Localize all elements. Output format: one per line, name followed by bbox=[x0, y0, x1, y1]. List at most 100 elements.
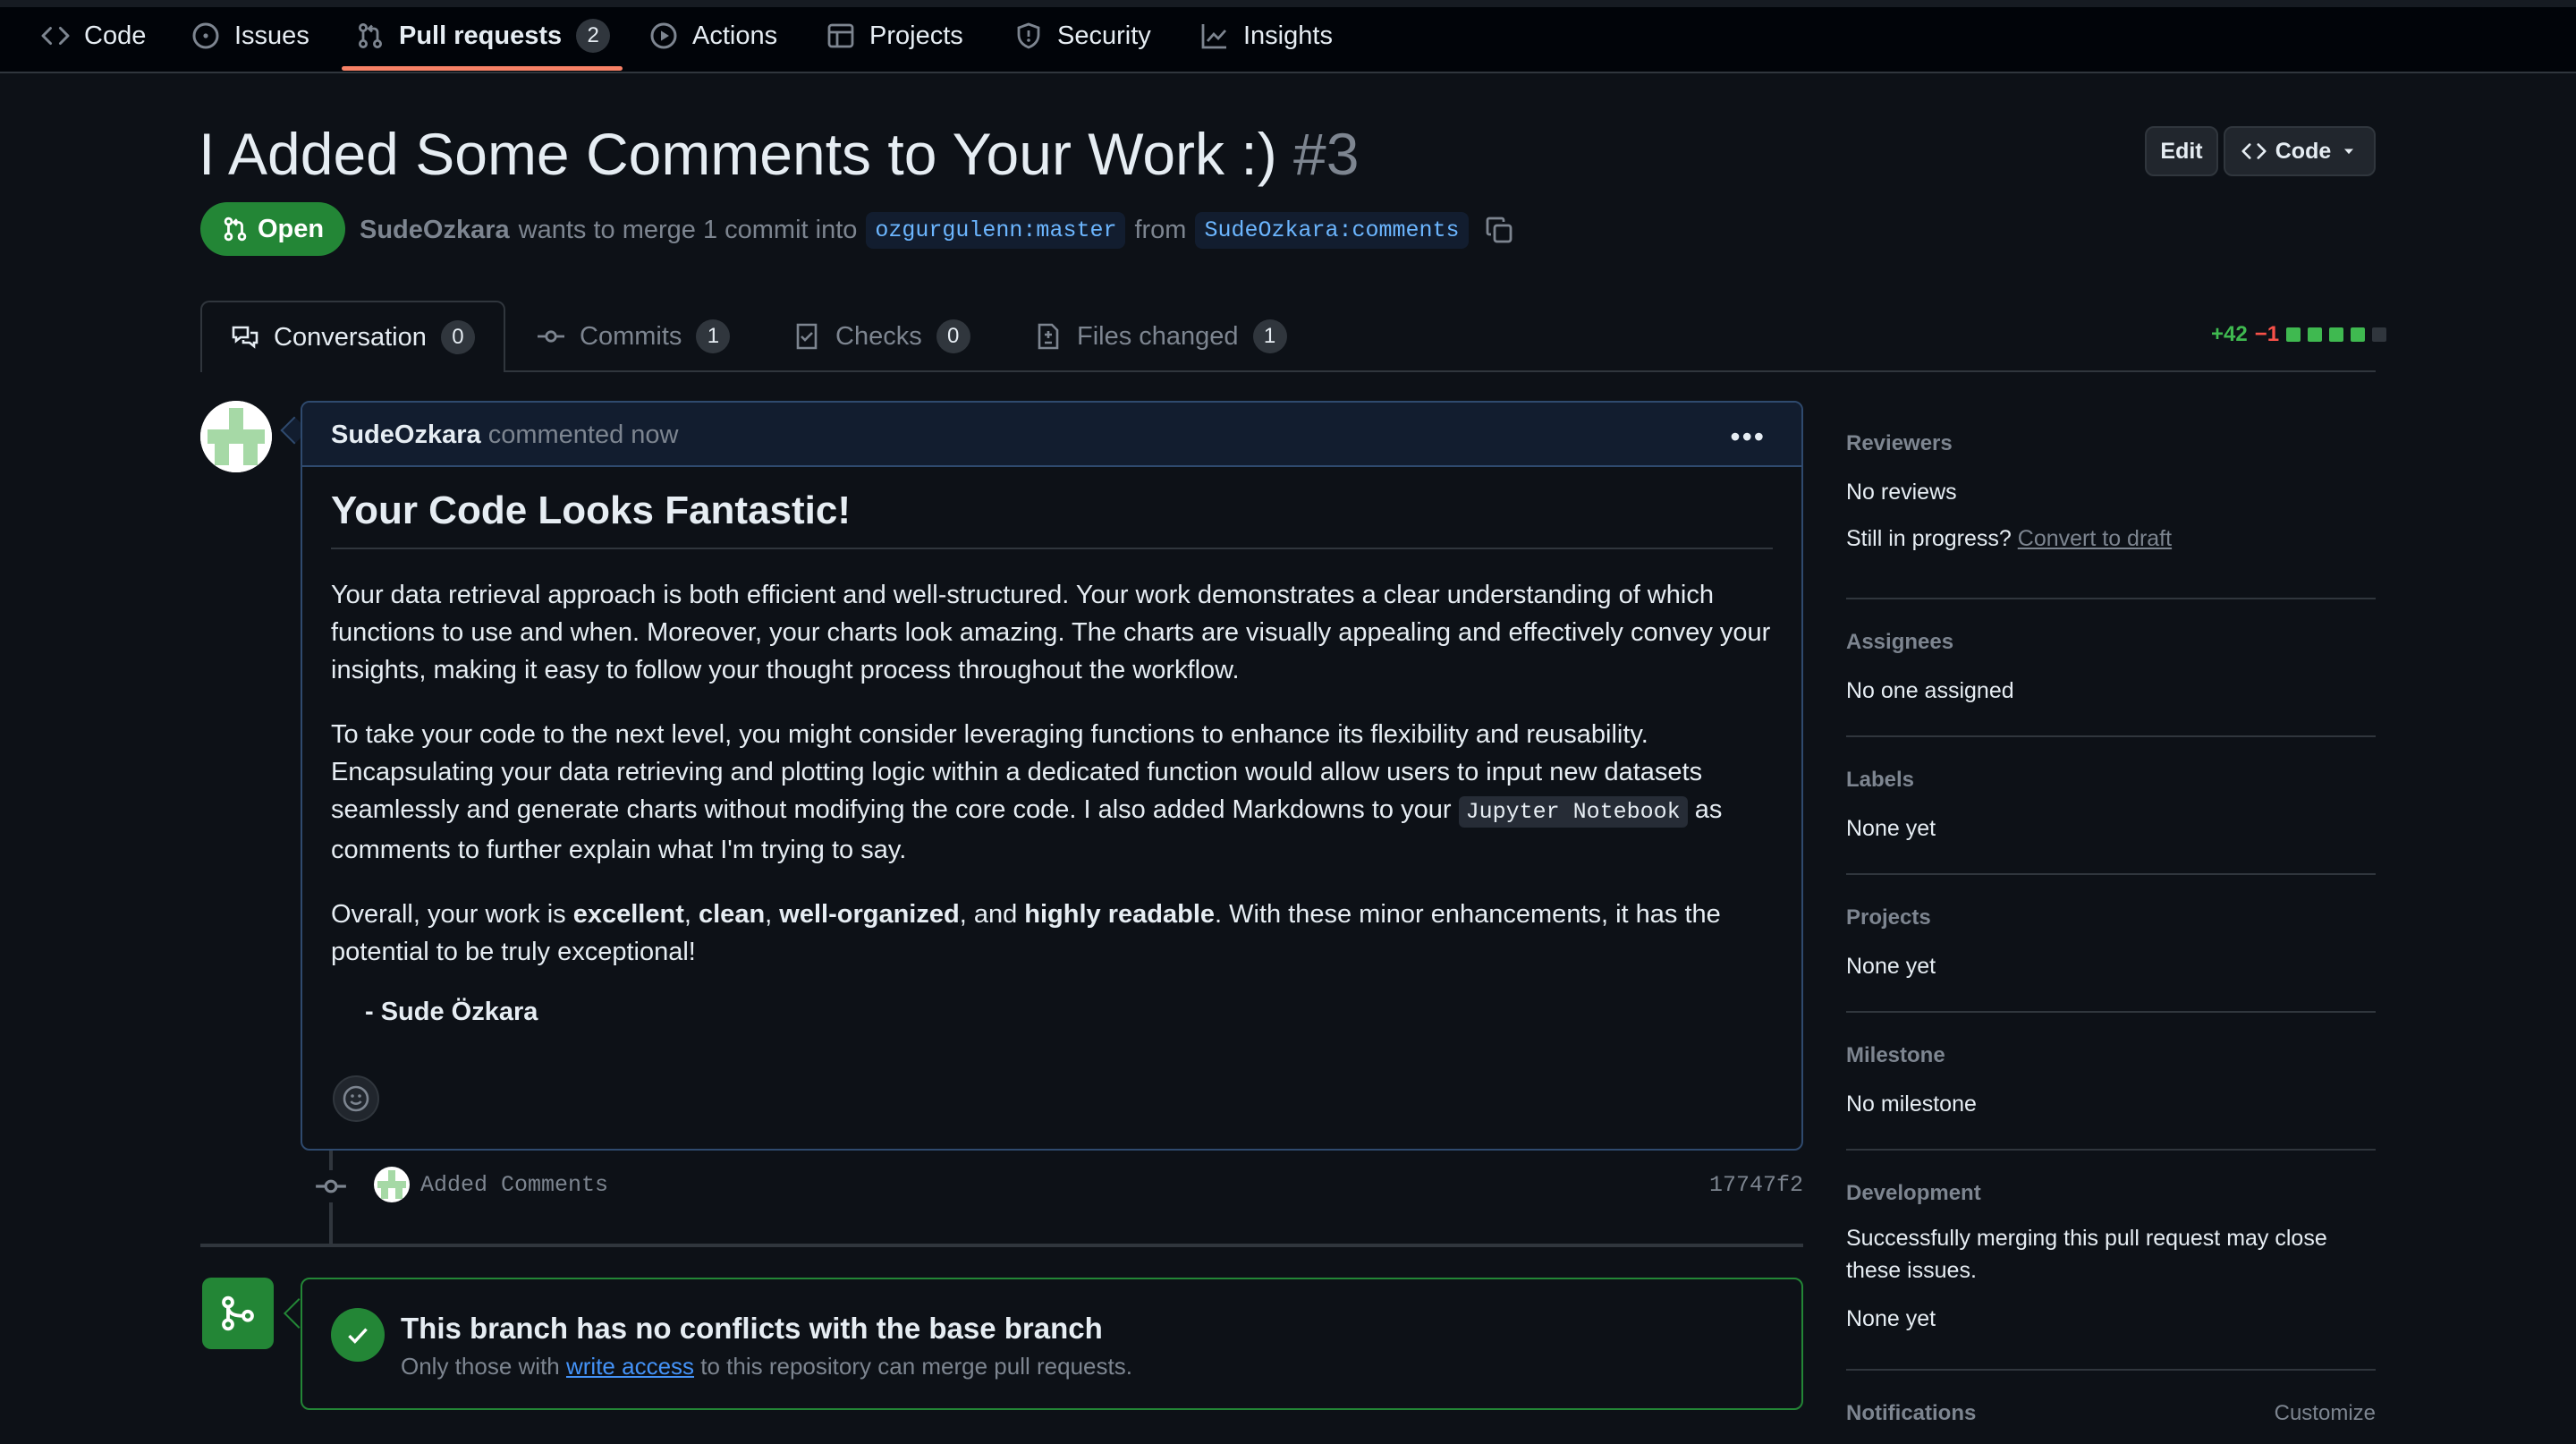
add-reaction-button[interactable] bbox=[333, 1075, 379, 1122]
diffstat: +42 −1 bbox=[2211, 320, 2387, 349]
commit-message-link[interactable]: Added Comments bbox=[420, 1172, 608, 1198]
sidebar-divider bbox=[1846, 1149, 2376, 1151]
sidebar-value: None yet bbox=[1846, 1306, 1936, 1331]
timeline-divider bbox=[200, 1244, 1803, 1247]
nav-code[interactable]: Code bbox=[41, 0, 146, 72]
nav-actions-label: Actions bbox=[692, 21, 778, 50]
sidebar-divider bbox=[1846, 735, 2376, 737]
sidebar-assignees: Assignees No one assigned bbox=[1846, 630, 2376, 707]
nav-security[interactable]: Security bbox=[1014, 0, 1151, 72]
diffstat-additions: +42 bbox=[2211, 322, 2248, 346]
convert-to-draft-link[interactable]: Convert to draft bbox=[2018, 526, 2172, 551]
comment-discussion-icon bbox=[232, 326, 258, 349]
sidebar-value: None yet bbox=[1846, 816, 1936, 841]
diffstat-block bbox=[2372, 327, 2387, 342]
git-commit-icon bbox=[315, 1170, 347, 1202]
tab-files-changed-count: 1 bbox=[1252, 319, 1287, 353]
sidebar-value: None yet bbox=[1846, 954, 1936, 979]
pr-author-link[interactable]: SudeOzkara bbox=[360, 216, 510, 245]
copy-icon[interactable] bbox=[1485, 216, 1513, 244]
write-access-link[interactable]: write access bbox=[566, 1353, 694, 1380]
tab-files-changed[interactable]: Files changed 1 bbox=[1034, 301, 1287, 372]
bold-text: excellent bbox=[572, 900, 684, 929]
diffstat-block bbox=[2351, 327, 2366, 342]
timeline-commit: Added Comments 17747f2 bbox=[315, 1165, 1803, 1208]
pr-merge-text: wants to merge 1 commit into bbox=[518, 215, 858, 244]
comment-signature: - Sude Özkara bbox=[365, 998, 538, 1026]
git-pull-request-icon bbox=[224, 217, 247, 242]
tab-commits[interactable]: Commits 1 bbox=[537, 301, 731, 372]
nav-pull-requests[interactable]: Pull requests 2 bbox=[356, 0, 611, 72]
inline-code: Jupyter Notebook bbox=[1458, 796, 1688, 828]
code-button-label: Code bbox=[2275, 138, 2332, 164]
nav-projects[interactable]: Projects bbox=[826, 0, 963, 72]
head-branch[interactable]: SudeOzkara:comments bbox=[1195, 211, 1469, 249]
pr-meta: SudeOzkara wants to merge 1 commit into … bbox=[360, 208, 1513, 252]
bold-text: well-organized bbox=[779, 900, 960, 929]
tab-conversation[interactable]: Conversation 0 bbox=[200, 301, 505, 372]
merge-sub-text: Only those with bbox=[401, 1353, 560, 1380]
sidebar-milestone: Milestone No milestone bbox=[1846, 1043, 2376, 1120]
customize-link[interactable]: Customize bbox=[2275, 1401, 2376, 1426]
nav-security-label: Security bbox=[1057, 21, 1151, 50]
edit-button[interactable]: Edit bbox=[2145, 126, 2218, 176]
issue-opened-icon bbox=[192, 22, 219, 49]
nav-insights[interactable]: Insights bbox=[1200, 0, 1333, 72]
sidebar-heading[interactable]: Projects bbox=[1846, 905, 2376, 930]
repo-nav: Code Issues Pull requests 2 Actions Proj… bbox=[0, 0, 2576, 73]
bold-text: highly readable bbox=[1024, 900, 1216, 929]
active-tab-underline bbox=[342, 66, 623, 71]
smiley-icon bbox=[343, 1085, 369, 1112]
sidebar-heading[interactable]: Assignees bbox=[1846, 630, 2376, 655]
comment-paragraph: To take your code to the next level, you… bbox=[331, 716, 1773, 869]
tab-conversation-count: 0 bbox=[440, 320, 475, 354]
comment-author[interactable]: SudeOzkara bbox=[331, 420, 481, 449]
code-icon bbox=[2241, 143, 2267, 159]
nav-actions[interactable]: Actions bbox=[649, 0, 777, 72]
code-dropdown-button[interactable]: Code bbox=[2224, 126, 2376, 176]
check-circle-icon bbox=[331, 1308, 385, 1362]
sidebar-development: Development Successfully merging this pu… bbox=[1846, 1181, 2376, 1335]
kebab-horizontal-icon[interactable]: ••• bbox=[1730, 420, 1766, 454]
comment-body: Your Code Looks Fantastic! Your data ret… bbox=[331, 483, 1773, 1027]
commit-sha-link[interactable]: 17747f2 bbox=[1709, 1172, 1803, 1198]
git-merge-icon bbox=[222, 1295, 254, 1331]
tab-checks-label: Checks bbox=[835, 321, 922, 351]
git-pull-request-icon bbox=[359, 23, 382, 48]
comment-box: SudeOzkara commented now ••• Your Code L… bbox=[301, 401, 1803, 1151]
sidebar-heading[interactable]: Milestone bbox=[1846, 1043, 2376, 1068]
comment-text: , bbox=[765, 900, 773, 929]
sidebar-projects: Projects None yet bbox=[1846, 905, 2376, 982]
comment-text: Overall, your work is bbox=[331, 900, 566, 929]
diffstat-block bbox=[2329, 327, 2344, 342]
pr-from-text: from bbox=[1134, 215, 1187, 244]
code-icon bbox=[41, 26, 70, 46]
diffstat-deletions: −1 bbox=[2254, 322, 2280, 346]
sidebar-heading[interactable]: Development bbox=[1846, 1181, 2376, 1206]
tab-checks[interactable]: Checks 0 bbox=[792, 301, 970, 372]
comment-meta: SudeOzkara commented now bbox=[331, 420, 678, 450]
draft-line: Still in progress? Convert to draft bbox=[1846, 522, 2376, 555]
identicon-icon bbox=[200, 401, 272, 472]
comment-action: commented now bbox=[487, 420, 679, 449]
comment-heading: Your Code Looks Fantastic! bbox=[331, 488, 1773, 549]
pr-state-label: Open bbox=[257, 214, 325, 243]
tab-commits-count: 1 bbox=[696, 319, 731, 353]
nav-issues-label: Issues bbox=[234, 21, 309, 50]
sidebar-divider bbox=[1846, 598, 2376, 599]
pr-title: I Added Some Comments to Your Work :) #3 bbox=[199, 120, 1359, 188]
comment-paragraph: Your data retrieval approach is both eff… bbox=[331, 581, 1771, 684]
sidebar-heading[interactable]: Reviewers bbox=[1846, 431, 2376, 456]
sidebar-heading[interactable]: Labels bbox=[1846, 768, 2376, 793]
shield-icon bbox=[1017, 22, 1040, 49]
merge-status-icon-box bbox=[202, 1278, 274, 1349]
avatar[interactable] bbox=[200, 401, 272, 472]
nav-issues[interactable]: Issues bbox=[191, 0, 309, 72]
triangle-down-icon bbox=[2344, 149, 2354, 155]
pr-number: #3 bbox=[1293, 121, 1360, 187]
comment-paragraph: Overall, your work is excellent, clean , … bbox=[331, 896, 1773, 971]
comment-text: , and bbox=[959, 900, 1018, 929]
avatar[interactable] bbox=[374, 1167, 410, 1202]
base-branch[interactable]: ozgurgulenn:master bbox=[866, 211, 1126, 249]
merge-status-subtitle: Only those with write access to this rep… bbox=[401, 1353, 1132, 1380]
